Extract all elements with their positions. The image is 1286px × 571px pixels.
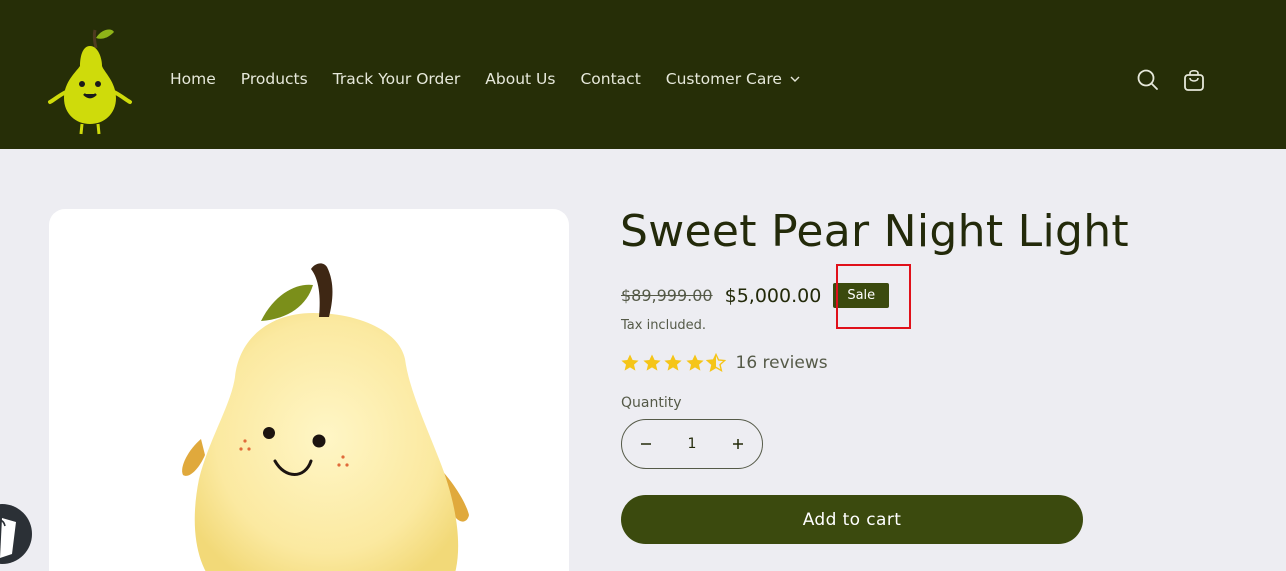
nav-track-order-label: Track Your Order	[332, 70, 461, 88]
main-nav: Home Products Track Your Order About Us …	[170, 70, 825, 88]
quantity-label: Quantity	[621, 395, 682, 411]
sale-price: $5,000.00	[724, 284, 822, 307]
nav-products-label: Products	[240, 70, 308, 88]
add-to-cart-button[interactable]: Add to cart	[621, 495, 1083, 544]
nav-track-order[interactable]: Track Your Order	[333, 70, 461, 88]
product-rating[interactable]: 16 reviews	[620, 353, 828, 373]
tax-note: Tax included.	[621, 318, 707, 333]
search-icon[interactable]	[1134, 66, 1162, 94]
shopify-chat-button[interactable]	[0, 504, 32, 564]
regular-price: $89,999.00	[621, 286, 713, 305]
nav-products[interactable]: Products	[241, 70, 308, 88]
site-header: Home Products Track Your Order About Us …	[0, 0, 1286, 149]
annotation-highlight-box	[836, 264, 911, 329]
quantity-input[interactable]	[672, 436, 712, 452]
shopify-bag-icon	[0, 518, 16, 558]
product-image-card[interactable]	[49, 209, 569, 571]
star-icon	[642, 354, 661, 371]
star-rating	[620, 353, 728, 373]
product-title: Sweet Pear Night Light	[620, 206, 1129, 257]
nav-contact-label: Contact	[580, 70, 641, 88]
cart-icon[interactable]	[1180, 66, 1208, 94]
nav-customer-care[interactable]: Customer Care	[666, 70, 800, 88]
decrease-quantity-button[interactable]	[638, 436, 654, 452]
nav-about-us-label: About Us	[485, 70, 556, 88]
pear-logo[interactable]	[46, 26, 134, 136]
minus-icon	[641, 443, 651, 445]
star-icon	[664, 354, 682, 371]
plus-icon	[733, 439, 743, 449]
nav-home[interactable]: Home	[170, 70, 216, 88]
star-half-icon	[706, 353, 726, 373]
product-image	[182, 263, 469, 571]
nav-contact[interactable]: Contact	[580, 70, 640, 88]
star-icon	[621, 354, 639, 371]
nav-about-us[interactable]: About Us	[485, 70, 555, 88]
chevron-down-icon	[790, 76, 800, 82]
star-icon	[685, 354, 704, 371]
nav-customer-care-label: Customer Care	[665, 70, 782, 88]
review-count[interactable]: 16 reviews	[736, 353, 828, 373]
increase-quantity-button[interactable]	[730, 436, 746, 452]
nav-home-label: Home	[170, 70, 216, 88]
quantity-stepper	[621, 419, 763, 469]
